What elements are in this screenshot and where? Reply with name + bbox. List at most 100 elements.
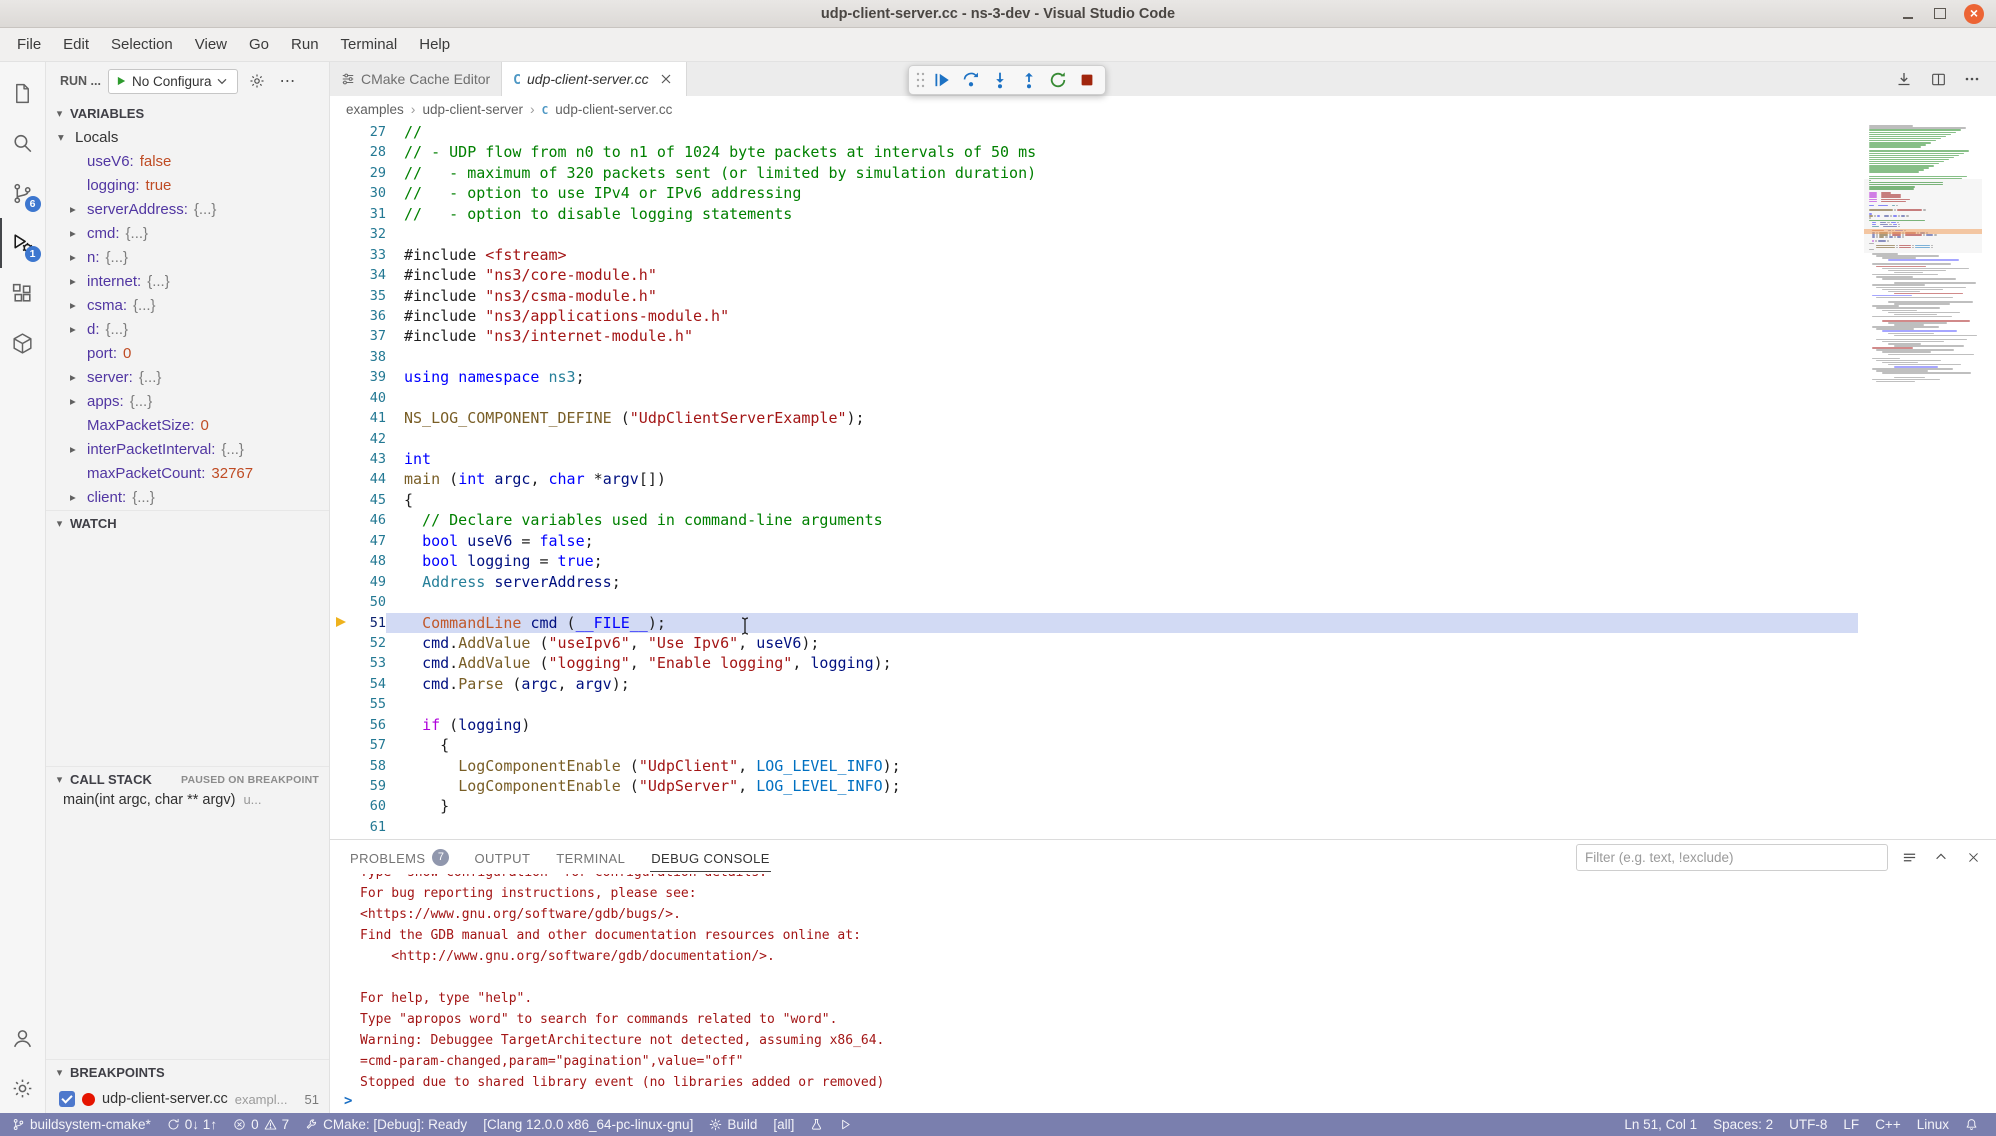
variable-row[interactable]: logging:true <box>46 174 329 198</box>
code-text[interactable]: // - UDP flow from n0 to n1 of 1024 byte… <box>386 142 1858 162</box>
variable-row[interactable]: ▸d:{...} <box>46 318 329 342</box>
menu-item-edit[interactable]: Edit <box>52 32 100 58</box>
code-editor[interactable]: 27//28// - UDP flow from n0 to n1 of 102… <box>330 122 1996 839</box>
variable-row[interactable]: port:0 <box>46 342 329 366</box>
drag-handle-icon[interactable] <box>914 69 926 91</box>
status-encoding[interactable]: UTF-8 <box>1781 1113 1835 1136</box>
activity-item-explorer[interactable] <box>0 68 46 118</box>
code-text[interactable]: { <box>386 735 1858 755</box>
code-text[interactable]: // - maximum of 320 packets sent (or lim… <box>386 163 1858 183</box>
code-text[interactable]: LogComponentEnable ("UdpClient", LOG_LEV… <box>386 756 1858 776</box>
debug-console[interactable]: Type "show configuration" for configurat… <box>330 874 1996 1113</box>
code-text[interactable]: // - option to disable logging statement… <box>386 204 1858 224</box>
activity-item-extensions[interactable] <box>0 268 46 318</box>
breakpoint-row[interactable]: udp-client-server.cc exampl... 51 <box>46 1085 329 1113</box>
debug-config-dropdown[interactable]: No Configura <box>108 69 238 94</box>
activity-item-run-debug[interactable]: 1 <box>0 218 46 268</box>
menu-item-run[interactable]: Run <box>280 32 330 58</box>
glyph-margin[interactable] <box>330 224 352 244</box>
code-text[interactable]: bool logging = true; <box>386 551 1858 571</box>
more-actions-icon[interactable] <box>1960 67 1984 91</box>
code-text[interactable]: // - option to use IPv4 or IPv6 addressi… <box>386 183 1858 203</box>
activity-item-account[interactable] <box>0 1013 46 1063</box>
panel-tab-output[interactable]: OUTPUT <box>473 840 531 874</box>
code-text[interactable]: #include "ns3/internet-module.h" <box>386 326 1858 346</box>
variable-row[interactable]: ▸apps:{...} <box>46 390 329 414</box>
glyph-margin[interactable] <box>330 735 352 755</box>
glyph-margin[interactable] <box>330 694 352 714</box>
menu-item-terminal[interactable]: Terminal <box>330 32 409 58</box>
code-text[interactable] <box>386 694 1858 714</box>
activity-item-search[interactable] <box>0 118 46 168</box>
code-text[interactable]: cmd.Parse (argc, argv); <box>386 674 1858 694</box>
glyph-margin[interactable] <box>330 183 352 203</box>
code-text[interactable]: // Declare variables used in command-lin… <box>386 510 1858 530</box>
variable-row[interactable]: ▸csma:{...} <box>46 294 329 318</box>
close-button[interactable] <box>1964 4 1984 24</box>
menu-item-go[interactable]: Go <box>238 32 280 58</box>
variable-row[interactable]: MaxPacketSize:0 <box>46 414 329 438</box>
activity-item-package[interactable] <box>0 318 46 368</box>
glyph-margin[interactable] <box>330 388 352 408</box>
variable-row[interactable]: ▸cmd:{...} <box>46 222 329 246</box>
glyph-margin[interactable] <box>330 592 352 612</box>
code-text[interactable]: LogComponentEnable ("UdpServer", LOG_LEV… <box>386 776 1858 796</box>
glyph-margin[interactable] <box>330 715 352 735</box>
console-input[interactable]: > <box>344 1093 1996 1109</box>
code-text[interactable]: Address serverAddress; <box>386 572 1858 592</box>
maximize-button[interactable] <box>1932 6 1948 22</box>
glyph-margin[interactable] <box>330 429 352 449</box>
glyph-margin[interactable] <box>330 469 352 489</box>
glyph-margin[interactable] <box>330 245 352 265</box>
code-text[interactable]: NS_LOG_COMPONENT_DEFINE ("UdpClientServe… <box>386 408 1858 428</box>
glyph-margin[interactable] <box>330 674 352 694</box>
code-text[interactable]: using namespace ns3; <box>386 367 1858 387</box>
close-icon[interactable] <box>657 70 675 88</box>
variable-row[interactable]: useV6:false <box>46 150 329 174</box>
variable-row[interactable]: maxPacketCount:32767 <box>46 462 329 486</box>
menu-item-selection[interactable]: Selection <box>100 32 184 58</box>
breadcrumb-item-udp-client-server-cc[interactable]: udp-client-server.cc <box>555 102 672 117</box>
status-cmake-status[interactable]: CMake: [Debug]: Ready <box>297 1113 475 1136</box>
code-text[interactable] <box>386 592 1858 612</box>
variable-scope-row[interactable]: ▾ Locals <box>46 126 329 150</box>
minimize-button[interactable] <box>1900 6 1916 22</box>
glyph-margin[interactable] <box>330 633 352 653</box>
code-text[interactable] <box>386 817 1858 837</box>
code-text[interactable]: main (int argc, char *argv[]) <box>386 469 1858 489</box>
status-eol[interactable]: LF <box>1835 1113 1867 1136</box>
stack-frame-row[interactable]: main(int argc, char ** argv) u... <box>46 792 329 818</box>
run-more-button[interactable]: ⋯ <box>276 69 300 93</box>
glyph-margin[interactable] <box>330 265 352 285</box>
glyph-margin[interactable] <box>330 817 352 837</box>
variables-section-header[interactable]: ▾ VARIABLES <box>46 100 329 126</box>
code-text[interactable]: #include "ns3/applications-module.h" <box>386 306 1858 326</box>
minimap[interactable] <box>1864 122 1982 422</box>
glyph-margin[interactable] <box>330 572 352 592</box>
debug-step-out-button[interactable] <box>1015 67 1042 93</box>
glyph-margin[interactable] <box>330 613 352 633</box>
debug-step-over-button[interactable] <box>957 67 984 93</box>
glyph-margin[interactable] <box>330 510 352 530</box>
breakpoint-checkbox[interactable] <box>59 1091 75 1107</box>
glyph-margin[interactable] <box>330 326 352 346</box>
code-text[interactable]: cmd.AddValue ("useIpv6", "Use Ipv6", use… <box>386 633 1858 653</box>
variable-row[interactable]: ▸interPacketInterval:{...} <box>46 438 329 462</box>
menu-item-file[interactable]: File <box>6 32 52 58</box>
panel-tab-problems[interactable]: PROBLEMS7 <box>349 840 449 874</box>
code-text[interactable]: int <box>386 449 1858 469</box>
glyph-margin[interactable] <box>330 449 352 469</box>
variable-row[interactable]: ▸internet:{...} <box>46 270 329 294</box>
glyph-margin[interactable] <box>330 551 352 571</box>
status-indentation[interactable]: Spaces: 2 <box>1705 1113 1781 1136</box>
glyph-margin[interactable] <box>330 347 352 367</box>
code-text[interactable]: #include "ns3/core-module.h" <box>386 265 1858 285</box>
code-text[interactable] <box>386 224 1858 244</box>
debug-stop-button[interactable] <box>1073 67 1100 93</box>
variable-row[interactable]: ▸client:{...} <box>46 486 329 510</box>
status-launch[interactable] <box>831 1113 860 1136</box>
breadcrumb-item-udp-client-server[interactable]: udp-client-server <box>422 102 523 117</box>
watch-section-header[interactable]: ▾ WATCH <box>46 510 329 536</box>
breadcrumb-item-examples[interactable]: examples <box>346 102 404 117</box>
menu-item-help[interactable]: Help <box>408 32 461 58</box>
